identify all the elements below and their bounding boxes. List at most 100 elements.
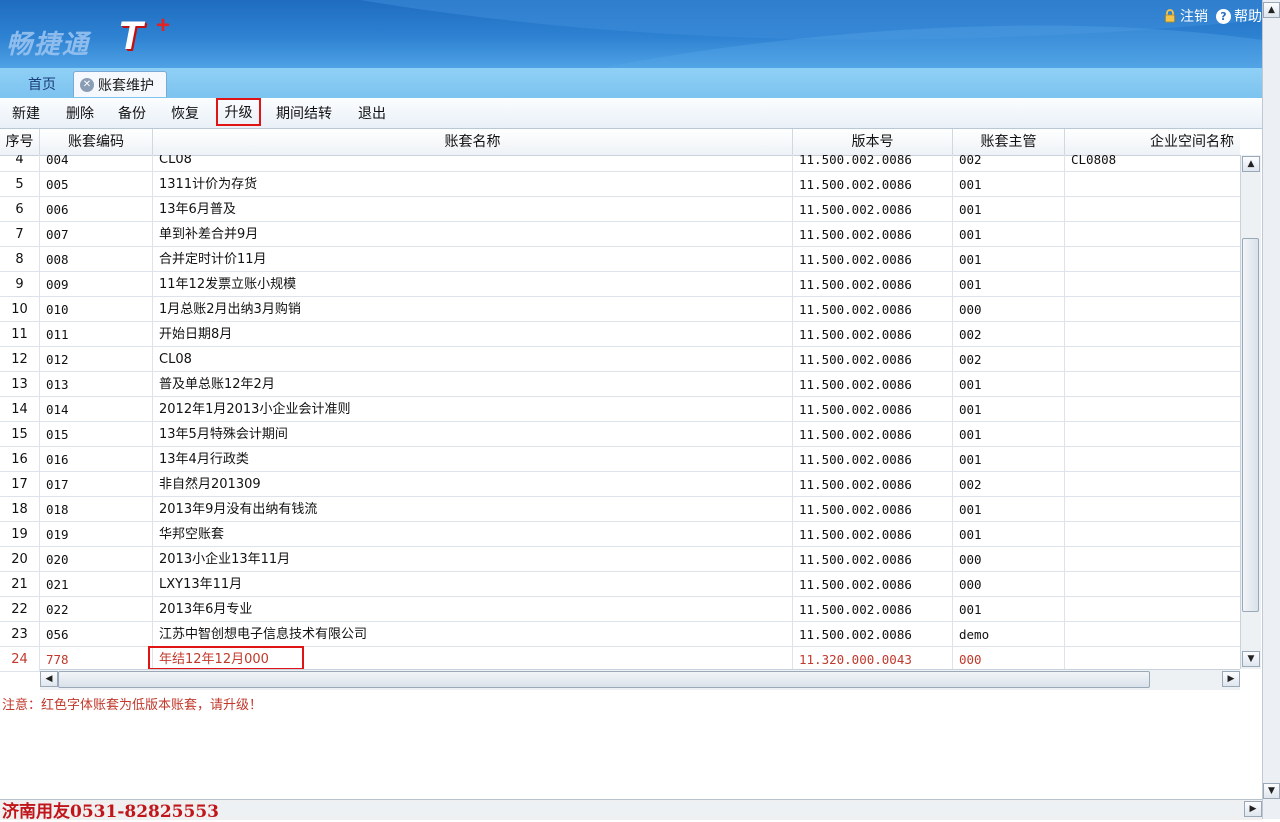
dealer-watermark: 济南用友0531-82825553: [2, 802, 219, 822]
cell-code: 020: [40, 547, 153, 572]
cell-index: 9: [0, 272, 40, 297]
cell-version: 11.500.002.0086: [793, 447, 953, 472]
cell-version: 11.500.002.0086: [793, 297, 953, 322]
cell-index: 19: [0, 522, 40, 547]
cell-manager: 000: [953, 572, 1065, 597]
cell-space: [1065, 372, 1240, 397]
delete-button[interactable]: 删除: [66, 102, 94, 124]
page-scroll-up-icon[interactable]: ▲: [1263, 2, 1280, 18]
col-header-name[interactable]: 账套名称: [153, 129, 793, 155]
scroll-down-icon[interactable]: ▼: [1242, 651, 1260, 667]
cell-name: 非自然月201309: [153, 472, 793, 497]
toolbar: 新建 删除 备份 恢复 升级 期间结转 退出: [0, 98, 1262, 129]
cell-index: 16: [0, 447, 40, 472]
cell-version: 11.500.002.0086: [793, 497, 953, 522]
cell-manager: 001: [953, 247, 1065, 272]
cell-code: 016: [40, 447, 153, 472]
table-row[interactable]: 16 016 13年4月行政类 11.500.002.0086 001: [0, 447, 1240, 472]
cell-index: 21: [0, 572, 40, 597]
lock-icon: [1163, 9, 1177, 23]
table-row[interactable]: 15 015 13年5月特殊会计期间 11.500.002.0086 001: [0, 422, 1240, 447]
table-row[interactable]: 22 022 2013年6月专业 11.500.002.0086 001: [0, 597, 1240, 622]
cell-manager: 001: [953, 397, 1065, 422]
tab-home-label: 首页: [28, 77, 56, 93]
backup-button[interactable]: 备份: [118, 102, 146, 124]
help-link[interactable]: ? 帮助: [1216, 6, 1262, 26]
cell-space: [1065, 522, 1240, 547]
upgrade-button[interactable]: 升级: [216, 98, 261, 126]
cell-index: 7: [0, 222, 40, 247]
table-row[interactable]: 13 013 普及单总账12年2月 11.500.002.0086 001: [0, 372, 1240, 397]
cell-space: [1065, 222, 1240, 247]
cell-version: 11.500.002.0086: [793, 372, 953, 397]
table-row[interactable]: 12 012 CL08 11.500.002.0086 002: [0, 347, 1240, 372]
col-header-code[interactable]: 账套编码: [40, 129, 153, 155]
exit-button[interactable]: 退出: [358, 102, 386, 124]
logo-t: T: [118, 14, 143, 58]
tab-account-maintenance[interactable]: ✕ 账套维护: [73, 71, 167, 97]
cell-version: 11.500.002.0086: [793, 222, 953, 247]
logout-link[interactable]: 注销: [1163, 6, 1208, 26]
col-header-manager[interactable]: 账套主管: [953, 129, 1065, 155]
table-row[interactable]: 17 017 非自然月201309 11.500.002.0086 002: [0, 472, 1240, 497]
restore-button[interactable]: 恢复: [171, 102, 199, 124]
cell-space: [1065, 172, 1240, 197]
horizontal-scroll-thumb[interactable]: [58, 671, 1150, 688]
table-row[interactable]: 18 018 2013年9月没有出纳有钱流 11.500.002.0086 001: [0, 497, 1240, 522]
vertical-scroll-thumb[interactable]: [1242, 238, 1259, 612]
cell-version: 11.500.002.0086: [793, 247, 953, 272]
grid-header: 序号 账套编码 账套名称 版本号 账套主管 企业空间名称: [0, 129, 1240, 156]
bottom-horizontal-scrollbar[interactable]: ▶: [212, 801, 1262, 817]
table-row[interactable]: 21 021 LXY13年11月 11.500.002.0086 000: [0, 572, 1240, 597]
cell-index: 12: [0, 347, 40, 372]
table-row[interactable]: 4 004 CL08 11.500.002.0086 002 CL0808: [0, 155, 1240, 172]
table-row[interactable]: 14 014 2012年1月2013小企业会计准则 11.500.002.0086 00…: [0, 397, 1240, 422]
cell-name: 13年6月普及: [153, 197, 793, 222]
cell-manager: demo: [953, 622, 1065, 647]
table-row[interactable]: 11 011 开始日期8月 11.500.002.0086 002: [0, 322, 1240, 347]
cell-index: 20: [0, 547, 40, 572]
table-row[interactable]: 7 007 单到补差合并9月 11.500.002.0086 001: [0, 222, 1240, 247]
bottom-scroll-right-icon[interactable]: ▶: [1244, 801, 1262, 817]
cell-index: 6: [0, 197, 40, 222]
cell-manager: 001: [953, 172, 1065, 197]
logout-label: 注销: [1180, 9, 1208, 25]
cell-version: 11.500.002.0086: [793, 397, 953, 422]
new-button[interactable]: 新建: [12, 102, 40, 124]
table-row[interactable]: 8 008 合并定时计价11月 11.500.002.0086 001: [0, 247, 1240, 272]
grid-rows: 4 004 CL08 11.500.002.0086 002 CL0808 5 005 1311…: [0, 155, 1240, 673]
col-header-index[interactable]: 序号: [0, 129, 40, 155]
cell-version: 11.500.002.0086: [793, 622, 953, 647]
vertical-scrollbar[interactable]: ▲ ▼: [1240, 155, 1261, 669]
table-row[interactable]: 9 009 11年12发票立账小规模 11.500.002.0086 001: [0, 272, 1240, 297]
col-header-space[interactable]: 企业空间名称: [1065, 129, 1240, 155]
cell-manager: 001: [953, 222, 1065, 247]
cell-space: [1065, 197, 1240, 222]
close-icon[interactable]: ✕: [80, 77, 94, 92]
cell-name: 13年5月特殊会计期间: [153, 422, 793, 447]
cell-code: 014: [40, 397, 153, 422]
table-row[interactable]: 5 005 1311计价为存货 11.500.002.0086 001: [0, 172, 1240, 197]
table-row[interactable]: 23 056 江苏中智创想电子信息技术有限公司 11.500.002.0086 demo: [0, 622, 1240, 647]
cell-manager: 002: [953, 347, 1065, 372]
cell-index: 4: [0, 155, 40, 172]
page-vertical-scrollbar[interactable]: ▲ ▼: [1262, 0, 1280, 819]
table-row[interactable]: 20 020 2013小企业13年11月 11.500.002.0086 000: [0, 547, 1240, 572]
tab-home[interactable]: 首页: [14, 71, 70, 97]
col-header-version[interactable]: 版本号: [793, 129, 953, 155]
scroll-up-icon[interactable]: ▲: [1242, 156, 1260, 172]
cell-space: [1065, 497, 1240, 522]
table-row[interactable]: 10 010 1月总账2月出纳3月购销 11.500.002.0086 000: [0, 297, 1240, 322]
table-row[interactable]: 19 019 华邦空账套 11.500.002.0086 001: [0, 522, 1240, 547]
scroll-right-icon[interactable]: ▶: [1222, 671, 1240, 687]
cell-index: 13: [0, 372, 40, 397]
scroll-left-icon[interactable]: ◀: [40, 671, 58, 687]
cell-name: 2012年1月2013小企业会计准则: [153, 397, 793, 422]
page-scroll-down-icon[interactable]: ▼: [1263, 783, 1280, 799]
cell-name: 13年4月行政类: [153, 447, 793, 472]
table-row[interactable]: 6 006 13年6月普及 11.500.002.0086 001: [0, 197, 1240, 222]
horizontal-scrollbar[interactable]: ◀ ▶: [40, 669, 1240, 690]
cell-index: 10: [0, 297, 40, 322]
cell-manager: 001: [953, 597, 1065, 622]
period-carryover-button[interactable]: 期间结转: [276, 102, 332, 124]
